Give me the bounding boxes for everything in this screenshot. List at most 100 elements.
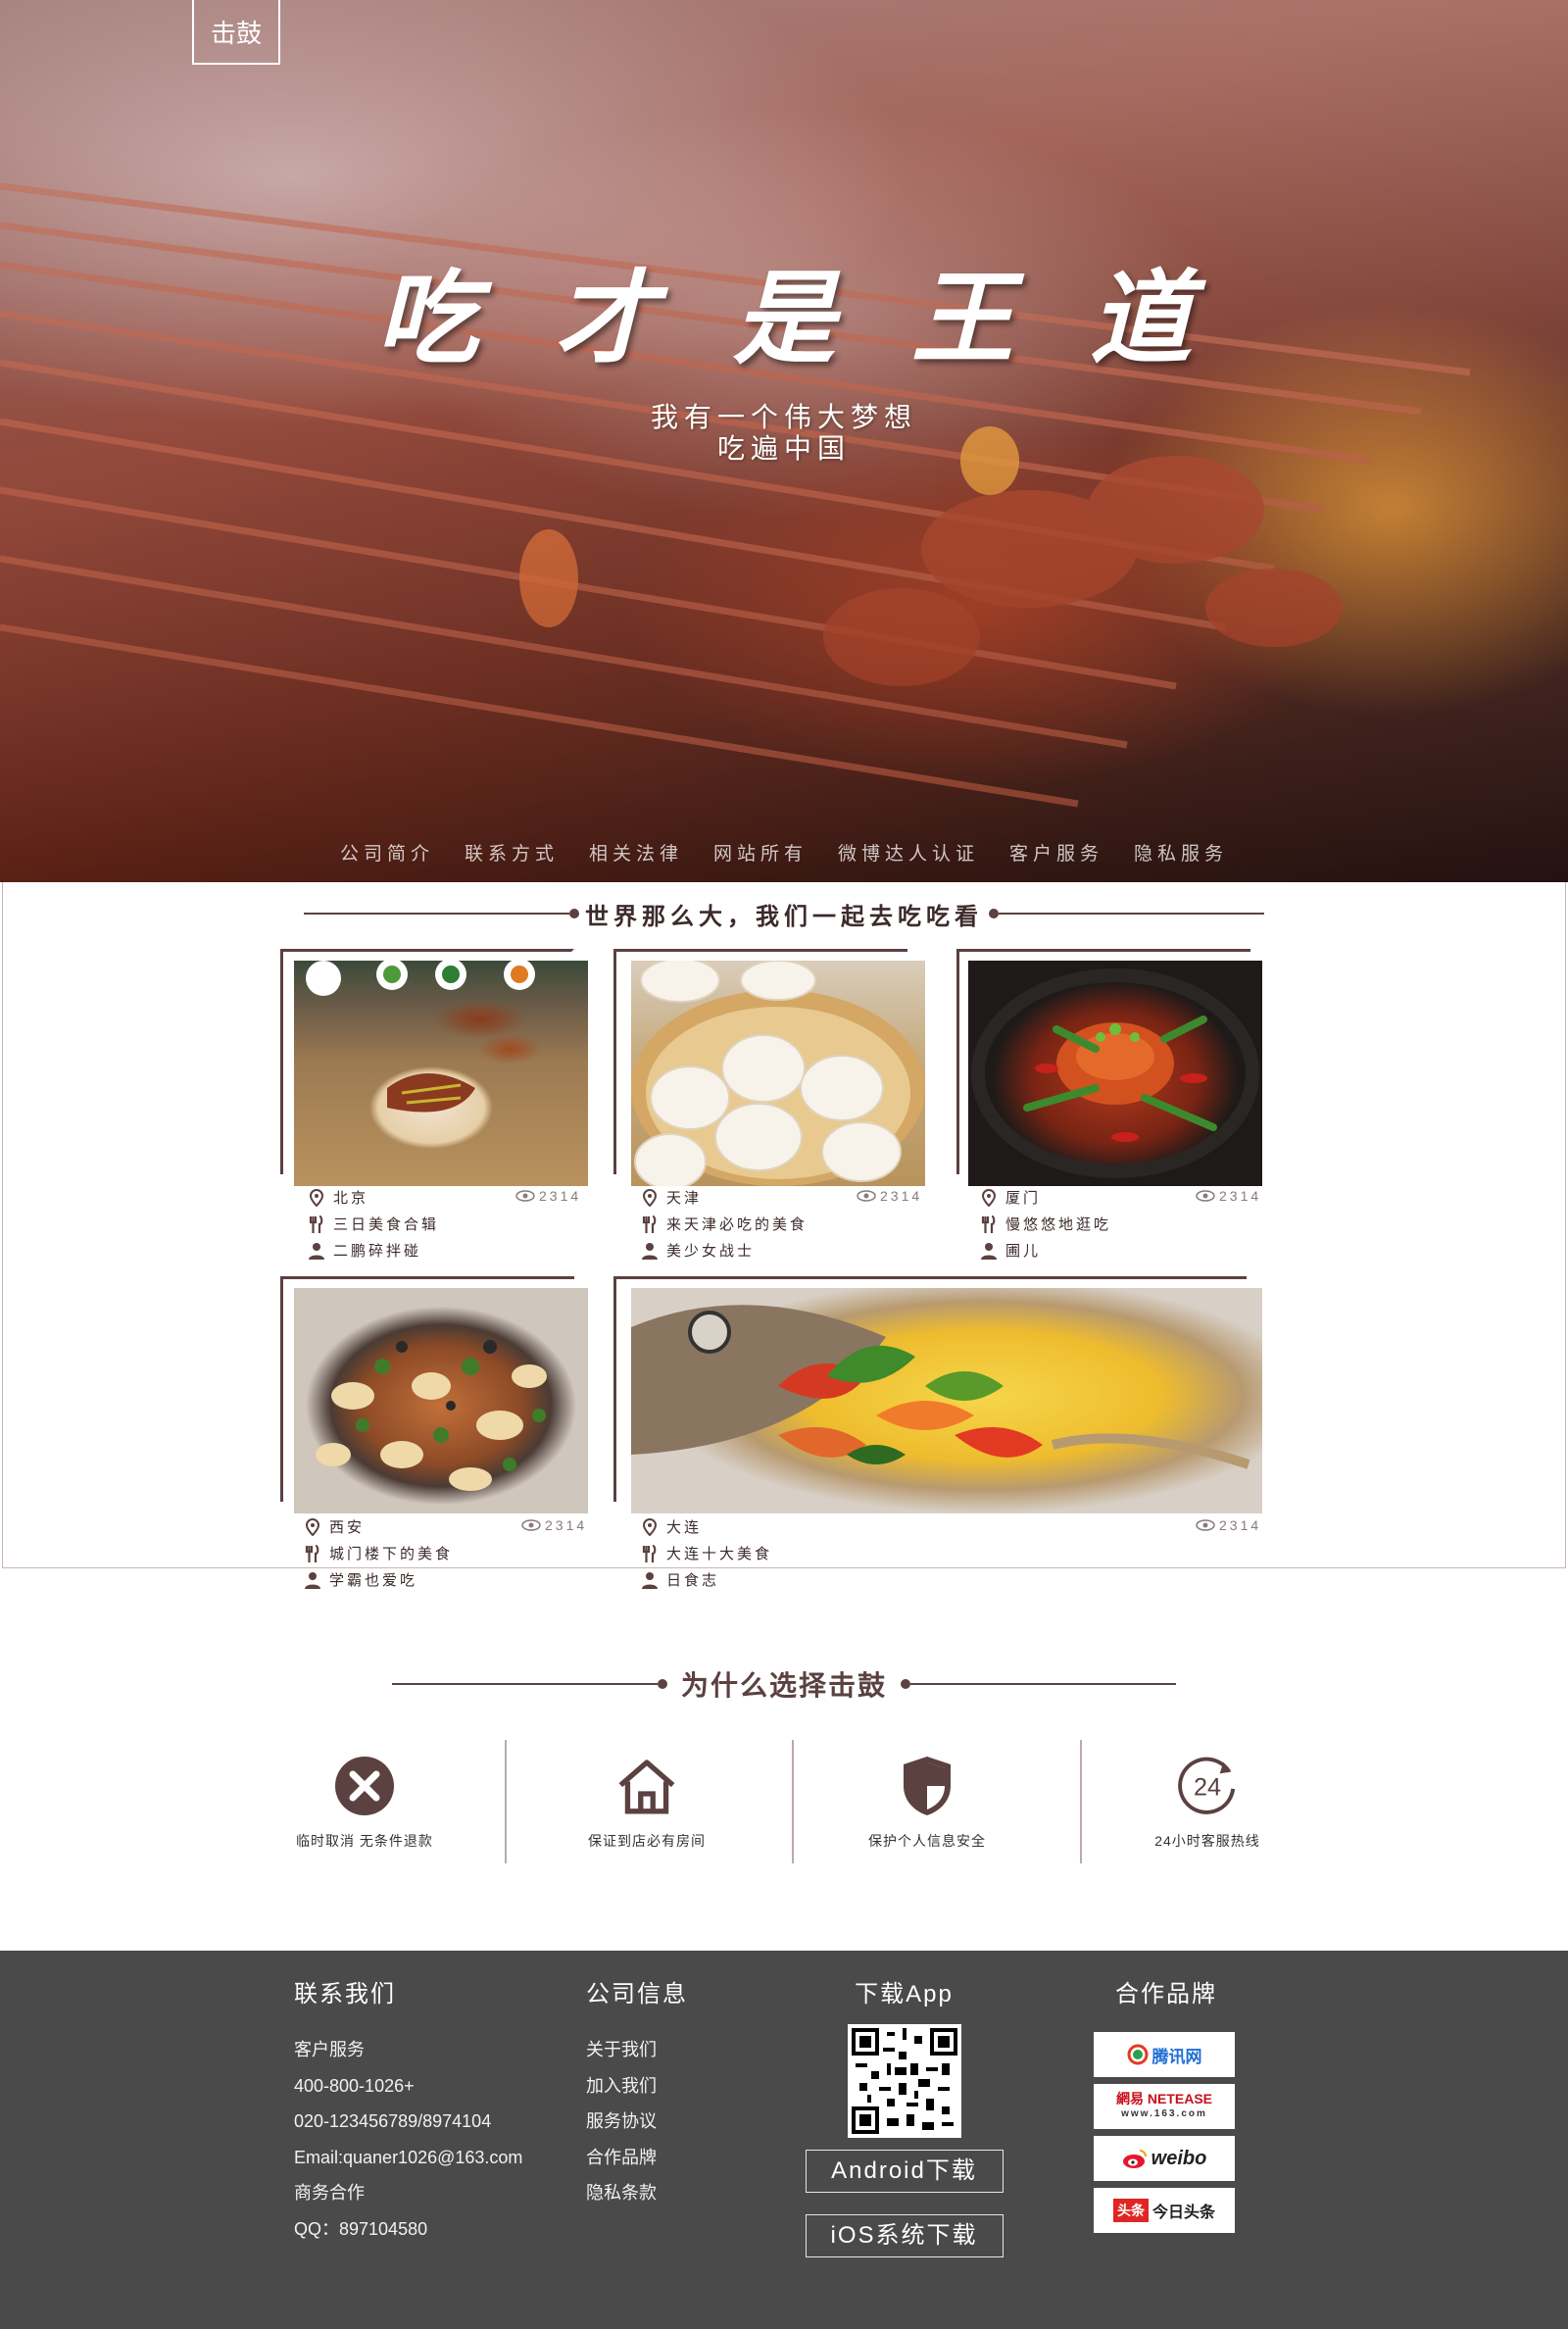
home-icon bbox=[615, 1755, 678, 1817]
nav-customer-service[interactable]: 客户服务 bbox=[1009, 839, 1103, 866]
title-line-right bbox=[910, 1683, 1177, 1685]
eye-icon bbox=[521, 1519, 541, 1531]
hero-subtitle-line2: 吃遍中国 bbox=[716, 433, 851, 464]
footer-contact-title: 联系我们 bbox=[294, 1981, 396, 2007]
title-line-right bbox=[999, 913, 1264, 915]
android-download-button[interactable]: Android下载 bbox=[805, 2150, 1004, 2193]
views-xiamen: 2314 bbox=[1196, 1188, 1261, 1204]
nav-company-intro[interactable]: 公司简介 bbox=[340, 839, 434, 866]
footer-contact: 联系我们 客户服务 400-800-1026+ 020-123456789/89… bbox=[294, 1974, 522, 2247]
location-pin-icon bbox=[308, 1188, 325, 1207]
views-dalian: 2314 bbox=[1196, 1517, 1261, 1533]
feature-room-guarantee: 保证到店必有房间 bbox=[534, 1755, 760, 1851]
location-pin-icon bbox=[980, 1188, 998, 1207]
feature-hotline: 24 24小时客服热线 bbox=[1095, 1755, 1320, 1851]
food-section-header: 世界那么大，我们一起去吃吃看 bbox=[304, 894, 1264, 933]
feature-privacy: 保护个人信息安全 bbox=[814, 1755, 1040, 1851]
title-dot-left bbox=[658, 1679, 667, 1689]
footer-link-join[interactable]: 加入我们 bbox=[586, 2068, 688, 2105]
footer-brands-title: 合作品牌 bbox=[1115, 1981, 1217, 2007]
food-card-tianjin[interactable]: 2314 天津 来天津必吃的美食 美少女战士 bbox=[613, 949, 927, 1260]
location-pin-icon bbox=[304, 1517, 321, 1536]
fork-knife-icon bbox=[304, 1544, 321, 1562]
views-tianjin: 2314 bbox=[857, 1188, 922, 1204]
card-meta-xiamen: 厦门 慢悠悠地逛吃 圃儿 bbox=[980, 1184, 1111, 1264]
footer-app: 下载App Android下载 iOS系统下载 bbox=[804, 1974, 1004, 2257]
divider bbox=[1080, 1740, 1082, 1863]
shield-icon bbox=[896, 1755, 958, 1817]
footer-link-privacy[interactable]: 隐私条款 bbox=[586, 2175, 688, 2211]
ios-download-button[interactable]: iOS系统下载 bbox=[805, 2214, 1004, 2257]
title-dot-left bbox=[569, 909, 579, 918]
food-photo-beijing[interactable] bbox=[294, 961, 588, 1186]
nav-weibo-verify[interactable]: 微博达人认证 bbox=[838, 839, 979, 866]
site-footer: 联系我们 客户服务 400-800-1026+ 020-123456789/89… bbox=[0, 1951, 1568, 2329]
title-dot-right bbox=[989, 909, 999, 918]
food-photo-dalian[interactable] bbox=[631, 1288, 1262, 1513]
footer-link-about[interactable]: 关于我们 bbox=[586, 2032, 688, 2068]
nav-contact[interactable]: 联系方式 bbox=[465, 839, 559, 866]
app-qr-code bbox=[847, 2024, 961, 2138]
user-icon bbox=[641, 1242, 659, 1260]
food-card-xian[interactable]: 2314 西安 城门楼下的美食 学霸也爱吃 bbox=[280, 1276, 594, 1600]
eye-icon bbox=[515, 1190, 535, 1202]
eye-icon bbox=[857, 1190, 876, 1202]
food-card-dalian[interactable]: 2314 大连 大连十大美食 日食志 bbox=[613, 1276, 1270, 1600]
eye-icon bbox=[1196, 1190, 1215, 1202]
views-xian: 2314 bbox=[521, 1517, 587, 1533]
food-card-beijing[interactable]: 2314 北京 三日美食合辑 二鹏碎拌碰 bbox=[280, 949, 594, 1260]
24-hour-icon: 24 bbox=[1176, 1755, 1239, 1817]
food-card-xiamen[interactable]: 2314 厦门 慢悠悠地逛吃 圃儿 bbox=[956, 949, 1270, 1260]
contact-phone[interactable]: 020-123456789/8974104 bbox=[294, 2104, 522, 2140]
contact-phone-hotline[interactable]: 400-800-1026+ bbox=[294, 2068, 522, 2105]
title-line-left bbox=[304, 913, 569, 915]
nav-site-rights[interactable]: 网站所有 bbox=[713, 839, 808, 866]
why-section-title: 为什么选择击鼓 bbox=[681, 1670, 888, 1701]
food-photo-xiamen[interactable] bbox=[968, 961, 1262, 1186]
site-logo[interactable]: 击鼓 bbox=[192, 0, 280, 65]
location-pin-icon bbox=[641, 1188, 659, 1207]
feature-label: 保证到店必有房间 bbox=[588, 1833, 706, 1849]
why-section-header: 为什么选择击鼓 bbox=[392, 1664, 1177, 1704]
food-photo-xian[interactable] bbox=[294, 1288, 588, 1513]
footer-company: 公司信息 关于我们 加入我们 服务协议 合作品牌 隐私条款 bbox=[586, 1974, 688, 2211]
feature-free-cancel: 临时取消 无条件退款 bbox=[252, 1755, 477, 1851]
card-meta-xian: 西安 城门楼下的美食 学霸也爱吃 bbox=[304, 1513, 453, 1593]
footer-link-brands[interactable]: 合作品牌 bbox=[586, 2140, 688, 2176]
svg-text:24: 24 bbox=[1194, 1774, 1221, 1802]
card-meta-dalian: 大连 大连十大美食 日食志 bbox=[641, 1513, 772, 1593]
card-meta-beijing: 北京 三日美食合辑 二鹏碎拌碰 bbox=[308, 1184, 439, 1264]
feature-label: 24小时客服热线 bbox=[1154, 1833, 1260, 1849]
brand-netease-logo[interactable]: 網易 NETEASE www.163.com bbox=[1094, 2084, 1235, 2129]
food-photo-tianjin[interactable] bbox=[631, 961, 925, 1186]
footer-link-terms[interactable]: 服务协议 bbox=[586, 2104, 688, 2140]
views-beijing: 2314 bbox=[515, 1188, 581, 1204]
contact-qq: QQ：897104580 bbox=[294, 2218, 428, 2239]
eye-icon bbox=[1196, 1519, 1215, 1531]
brand-toutiao-logo[interactable]: 头条 今日头条 bbox=[1094, 2188, 1235, 2233]
divider bbox=[505, 1740, 507, 1863]
footer-app-title: 下载App bbox=[855, 1981, 954, 2007]
close-circle-icon bbox=[333, 1755, 396, 1817]
feature-label: 保护个人信息安全 bbox=[868, 1833, 986, 1849]
user-icon bbox=[641, 1571, 659, 1589]
user-icon bbox=[308, 1242, 325, 1260]
nav-privacy[interactable]: 隐私服务 bbox=[1134, 839, 1228, 866]
user-icon bbox=[980, 1242, 998, 1260]
contact-email[interactable]: Email:quaner1026@163.com bbox=[294, 2140, 522, 2176]
location-pin-icon bbox=[641, 1517, 659, 1536]
user-icon bbox=[304, 1571, 321, 1589]
card-meta-tianjin: 天津 来天津必吃的美食 美少女战士 bbox=[641, 1184, 808, 1264]
contact-line: 商务合作 bbox=[294, 2183, 365, 2203]
divider bbox=[792, 1740, 794, 1863]
brand-tencent-logo[interactable]: 腾讯网 bbox=[1094, 2032, 1235, 2077]
brand-weibo-logo[interactable]: weibo bbox=[1094, 2136, 1235, 2181]
footer-company-title: 公司信息 bbox=[586, 1981, 688, 2007]
fork-knife-icon bbox=[980, 1214, 998, 1233]
nav-legal[interactable]: 相关法律 bbox=[589, 839, 683, 866]
feature-label: 临时取消 无条件退款 bbox=[296, 1833, 433, 1849]
hero-nav: 公司简介 联系方式 相关法律 网站所有 微博达人认证 客户服务 隐私服务 bbox=[0, 839, 1568, 866]
hero-banner: 击鼓 吃才是王道 我有一个伟大梦想 吃遍中国 公司简介 联系方式 相关法律 网站… bbox=[0, 0, 1568, 882]
hero-title: 吃才是王道 bbox=[375, 258, 1268, 378]
title-line-left bbox=[392, 1683, 658, 1685]
